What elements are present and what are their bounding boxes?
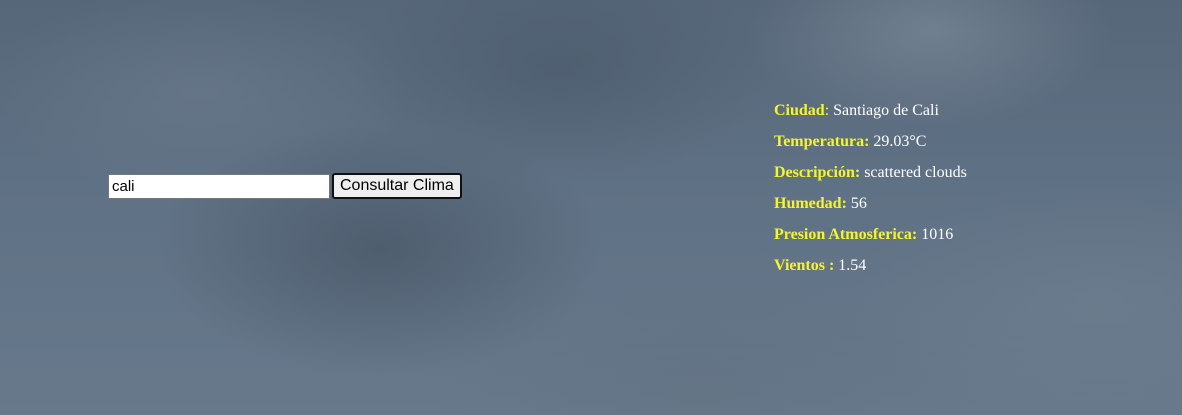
city-row: Ciudad: Santiago de Cali	[774, 95, 967, 126]
search-form: Consultar Clima	[108, 173, 462, 199]
humidity-label: Humedad:	[774, 195, 847, 212]
weather-info-panel: Ciudad: Santiago de Cali Temperatura: 29…	[774, 95, 967, 281]
pressure-label: Presion Atmosferica:	[774, 226, 918, 243]
description-label: Descripción:	[774, 164, 861, 181]
temperature-row: Temperatura: 29.03°C	[774, 126, 967, 157]
description-value: scattered clouds	[860, 164, 967, 181]
wind-value: 1.54	[834, 257, 867, 274]
pressure-value: 1016	[917, 226, 954, 243]
consultar-clima-button[interactable]: Consultar Clima	[332, 173, 462, 199]
wind-label: Vientos :	[774, 257, 835, 274]
humidity-row: Humedad: 56	[774, 188, 967, 219]
temperature-value: 29.03°C	[869, 133, 927, 150]
city-label: Ciudad	[774, 102, 825, 119]
description-row: Descripción: scattered clouds	[774, 157, 967, 188]
humidity-value: 56	[846, 195, 867, 212]
pressure-row: Presion Atmosferica: 1016	[774, 219, 967, 250]
temperature-label: Temperatura:	[774, 133, 870, 150]
city-value: Santiago de Cali	[829, 102, 939, 119]
wind-row: Vientos : 1.54	[774, 250, 967, 281]
city-search-input[interactable]	[108, 173, 330, 199]
weather-page: { "search": { "value": "cali", "button_l…	[0, 0, 1182, 415]
